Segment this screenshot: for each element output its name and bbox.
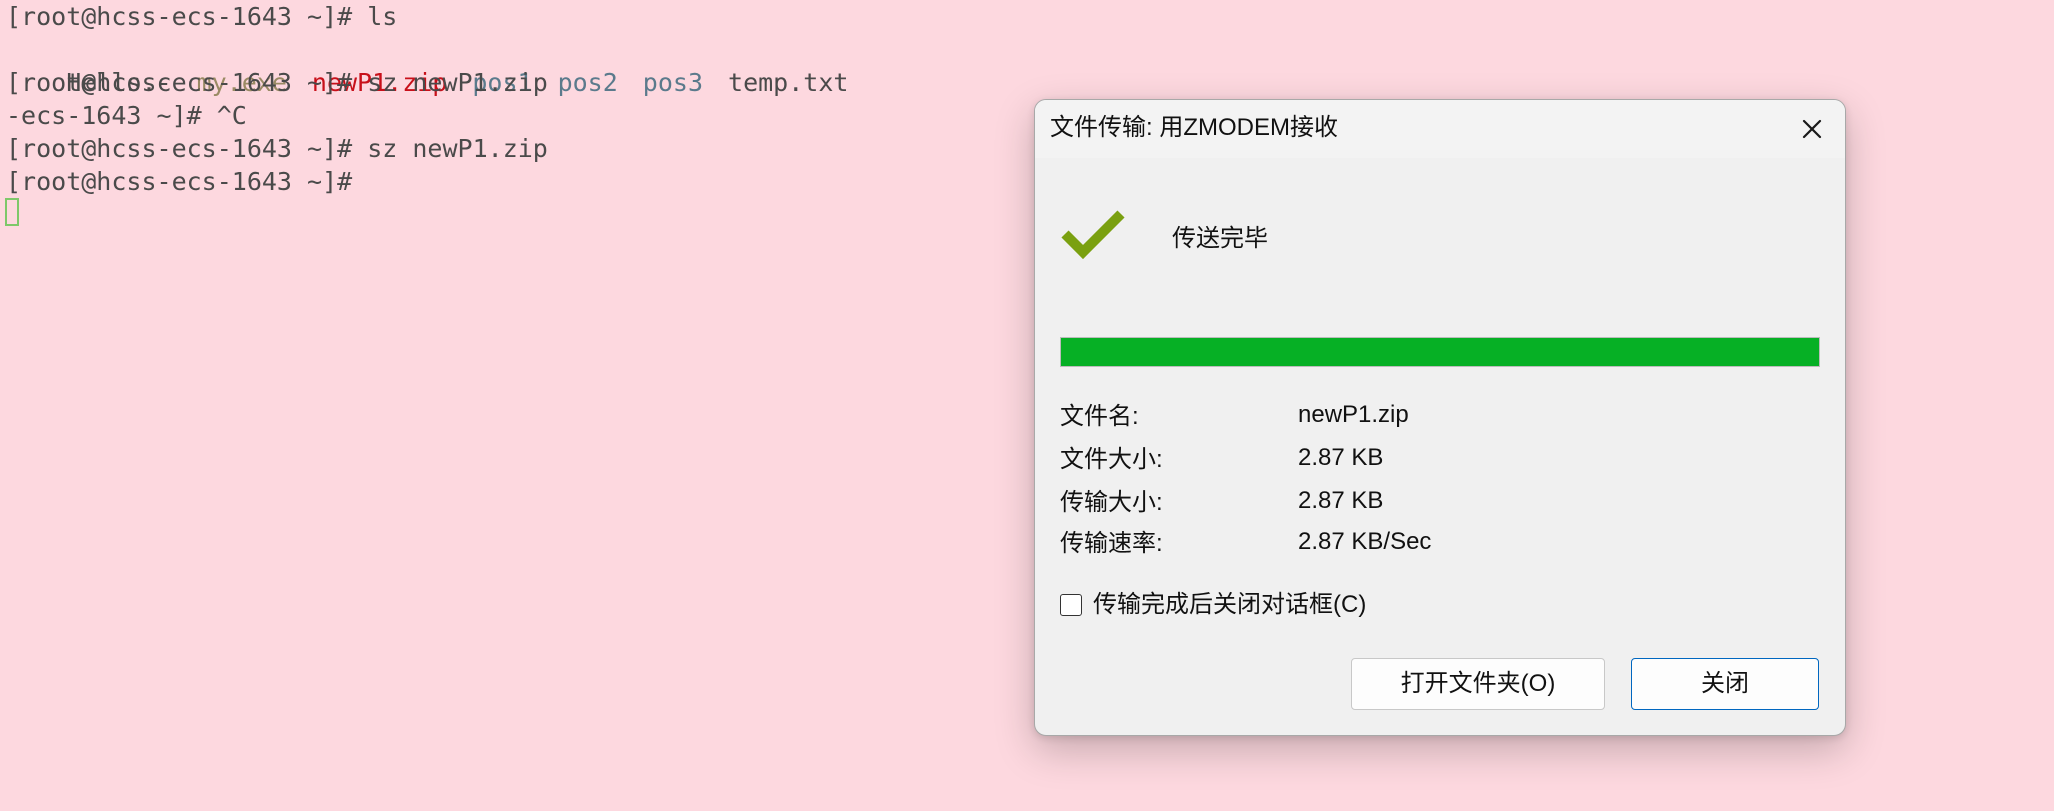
dialog-titlebar[interactable]: 文件传输: 用ZMODEM接收 bbox=[1035, 100, 1845, 158]
transfer-status: 传送完毕 bbox=[1172, 225, 1268, 252]
filename-label: 文件名: bbox=[1060, 403, 1139, 430]
rate-label: 传输速率: bbox=[1060, 530, 1163, 557]
close-icon bbox=[1802, 119, 1822, 139]
ls-file-temp-txt: temp.txt bbox=[728, 68, 849, 97]
terminal[interactable]: [root@hcss-ecs-1643 ~]# ls Hello.c my.exe… bbox=[0, 0, 1020, 811]
progress-bar-fill bbox=[1061, 338, 1819, 366]
rate-value: 2.87 KB/Sec bbox=[1298, 528, 1432, 555]
checkmark-icon bbox=[1061, 210, 1125, 260]
dialog-title: 文件传输: 用ZMODEM接收 bbox=[1050, 114, 1338, 141]
terminal-line-4: -ecs-1643 ~]# ^C bbox=[6, 101, 247, 130]
filename-value: newP1.zip bbox=[1298, 401, 1409, 428]
terminal-line-1: [root@hcss-ecs-1643 ~]# ls bbox=[6, 2, 398, 31]
auto-close-label[interactable]: 传输完成后关闭对话框(C) bbox=[1093, 590, 1366, 620]
auto-close-option[interactable]: 传输完成后关闭对话框(C) bbox=[1060, 590, 1366, 620]
filesize-label: 文件大小: bbox=[1060, 446, 1163, 473]
transferred-value: 2.87 KB bbox=[1298, 487, 1384, 514]
terminal-line-6: [root@hcss-ecs-1643 ~]# bbox=[6, 167, 353, 196]
terminal-line-3: [root@hcss-ecs-1643 ~]# sz newP1.zip bbox=[6, 68, 548, 97]
auto-close-checkbox[interactable] bbox=[1060, 594, 1082, 616]
progress-bar bbox=[1060, 337, 1820, 367]
ls-dir-pos2: pos2 bbox=[557, 68, 618, 97]
terminal-line-5: [root@hcss-ecs-1643 ~]# sz newP1.zip bbox=[6, 134, 548, 163]
filesize-value: 2.87 KB bbox=[1298, 444, 1384, 471]
ls-dir-pos3: pos3 bbox=[642, 68, 704, 97]
dialog-close-button[interactable] bbox=[1795, 112, 1829, 146]
zmodem-transfer-dialog: 文件传输: 用ZMODEM接收 传送完毕 文件名: newP1.zip 文件大小… bbox=[1034, 99, 1846, 736]
transferred-label: 传输大小: bbox=[1060, 489, 1163, 516]
terminal-cursor bbox=[5, 198, 19, 226]
open-folder-button[interactable]: 打开文件夹(O) bbox=[1351, 658, 1605, 710]
close-button[interactable]: 关闭 bbox=[1631, 658, 1819, 710]
